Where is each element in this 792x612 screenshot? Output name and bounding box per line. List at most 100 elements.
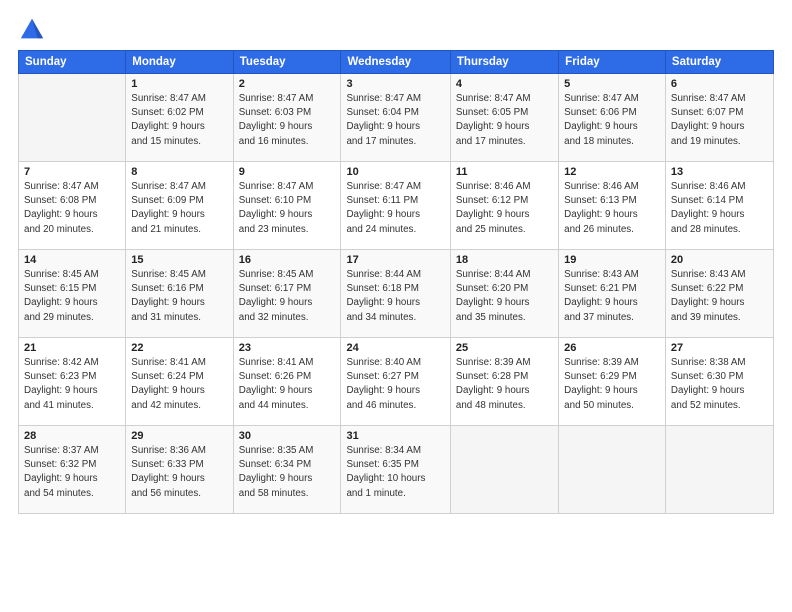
calendar-cell: 7Sunrise: 8:47 AMSunset: 6:08 PMDaylight… xyxy=(19,162,126,250)
weekday-header-wednesday: Wednesday xyxy=(341,51,450,74)
day-detail: Sunrise: 8:43 AMSunset: 6:22 PMDaylight:… xyxy=(671,268,768,325)
calendar-cell: 23Sunrise: 8:41 AMSunset: 6:26 PMDayligh… xyxy=(233,338,341,426)
logo xyxy=(18,16,50,44)
calendar-cell: 14 Sunrise: 8:45 AMSunset: 6:15 PMDayligh… xyxy=(19,250,126,338)
day-detail: Sunrise: 8:45 AMSunset: 6:16 PMDaylight:… xyxy=(131,268,227,325)
calendar-week-1: 1 Sunrise: 8:47 AMSunset: 6:02 PMDaylight… xyxy=(19,74,774,162)
header xyxy=(18,16,774,44)
calendar-cell: 6Sunrise: 8:47 AMSunset: 6:07 PMDaylight… xyxy=(665,74,773,162)
calendar-cell xyxy=(19,74,126,162)
calendar-cell: 27 Sunrise: 8:38 AMSunset: 6:30 PMDayligh… xyxy=(665,338,773,426)
calendar-cell: 26 Sunrise: 8:39 AMSunset: 6:29 PMDayligh… xyxy=(559,338,666,426)
day-number: 1 xyxy=(131,78,227,90)
calendar-cell: 11 Sunrise: 8:46 AMSunset: 6:12 PMDayligh… xyxy=(450,162,558,250)
day-number: 20 xyxy=(671,254,768,266)
day-number: 13 xyxy=(671,166,768,178)
calendar-cell: 8 Sunrise: 8:47 AMSunset: 6:09 PMDaylight… xyxy=(126,162,233,250)
calendar-cell: 19 Sunrise: 8:43 AMSunset: 6:21 PMDayligh… xyxy=(559,250,666,338)
day-detail: Sunrise: 8:39 AMSunset: 6:29 PMDaylight:… xyxy=(564,356,660,413)
day-detail: Sunrise: 8:45 AMSunset: 6:17 PMDaylight:… xyxy=(239,268,336,325)
calendar-body: 1 Sunrise: 8:47 AMSunset: 6:02 PMDaylight… xyxy=(19,74,774,514)
calendar-week-5: 28Sunrise: 8:37 AMSunset: 6:32 PMDayligh… xyxy=(19,426,774,514)
calendar-cell: 15 Sunrise: 8:45 AMSunset: 6:16 PMDayligh… xyxy=(126,250,233,338)
weekday-header-monday: Monday xyxy=(126,51,233,74)
weekday-header-row: SundayMondayTuesdayWednesdayThursdayFrid… xyxy=(19,51,774,74)
day-detail: Sunrise: 8:47 AMSunset: 6:05 PMDaylight:… xyxy=(456,92,553,149)
day-number: 4 xyxy=(456,78,553,90)
day-number: 17 xyxy=(346,254,444,266)
calendar-week-4: 21 Sunrise: 8:42 AMSunset: 6:23 PMDayligh… xyxy=(19,338,774,426)
day-detail: Sunrise: 8:47 AMSunset: 6:09 PMDaylight:… xyxy=(131,180,227,237)
calendar-cell: 31Sunrise: 8:34 AMSunset: 6:35 PMDayligh… xyxy=(341,426,450,514)
weekday-header-tuesday: Tuesday xyxy=(233,51,341,74)
day-detail: Sunrise: 8:47 AMSunset: 6:10 PMDaylight:… xyxy=(239,180,336,237)
day-detail: Sunrise: 8:34 AMSunset: 6:35 PMDaylight:… xyxy=(346,444,444,501)
day-number: 26 xyxy=(564,342,660,354)
day-number: 27 xyxy=(671,342,768,354)
calendar-cell: 17 Sunrise: 8:44 AMSunset: 6:18 PMDayligh… xyxy=(341,250,450,338)
calendar-cell: 13 Sunrise: 8:46 AMSunset: 6:14 PMDayligh… xyxy=(665,162,773,250)
day-detail: Sunrise: 8:47 AMSunset: 6:03 PMDaylight:… xyxy=(239,92,336,149)
day-number: 15 xyxy=(131,254,227,266)
day-detail: Sunrise: 8:46 AMSunset: 6:12 PMDaylight:… xyxy=(456,180,553,237)
calendar-cell: 9 Sunrise: 8:47 AMSunset: 6:10 PMDaylight… xyxy=(233,162,341,250)
day-number: 9 xyxy=(239,166,336,178)
day-detail: Sunrise: 8:35 AMSunset: 6:34 PMDaylight:… xyxy=(239,444,336,501)
day-number: 19 xyxy=(564,254,660,266)
calendar-cell: 28Sunrise: 8:37 AMSunset: 6:32 PMDayligh… xyxy=(19,426,126,514)
calendar-header: SundayMondayTuesdayWednesdayThursdayFrid… xyxy=(19,51,774,74)
day-number: 18 xyxy=(456,254,553,266)
day-detail: Sunrise: 8:45 AMSunset: 6:15 PMDaylight:… xyxy=(24,268,120,325)
calendar-cell: 29 Sunrise: 8:36 AMSunset: 6:33 PMDayligh… xyxy=(126,426,233,514)
calendar-cell: 18 Sunrise: 8:44 AMSunset: 6:20 PMDayligh… xyxy=(450,250,558,338)
calendar-cell: 10Sunrise: 8:47 AMSunset: 6:11 PMDayligh… xyxy=(341,162,450,250)
calendar-cell: 5 Sunrise: 8:47 AMSunset: 6:06 PMDaylight… xyxy=(559,74,666,162)
day-number: 8 xyxy=(131,166,227,178)
calendar-cell: 30 Sunrise: 8:35 AMSunset: 6:34 PMDayligh… xyxy=(233,426,341,514)
day-detail: Sunrise: 8:46 AMSunset: 6:14 PMDaylight:… xyxy=(671,180,768,237)
calendar-week-3: 14 Sunrise: 8:45 AMSunset: 6:15 PMDayligh… xyxy=(19,250,774,338)
day-number: 30 xyxy=(239,430,336,442)
day-detail: Sunrise: 8:46 AMSunset: 6:13 PMDaylight:… xyxy=(564,180,660,237)
day-number: 11 xyxy=(456,166,553,178)
day-detail: Sunrise: 8:38 AMSunset: 6:30 PMDaylight:… xyxy=(671,356,768,413)
calendar-cell xyxy=(665,426,773,514)
calendar-cell: 25Sunrise: 8:39 AMSunset: 6:28 PMDayligh… xyxy=(450,338,558,426)
day-detail: Sunrise: 8:36 AMSunset: 6:33 PMDaylight:… xyxy=(131,444,227,501)
day-detail: Sunrise: 8:43 AMSunset: 6:21 PMDaylight:… xyxy=(564,268,660,325)
calendar-cell: 12Sunrise: 8:46 AMSunset: 6:13 PMDayligh… xyxy=(559,162,666,250)
day-detail: Sunrise: 8:41 AMSunset: 6:24 PMDaylight:… xyxy=(131,356,227,413)
day-number: 2 xyxy=(239,78,336,90)
day-number: 10 xyxy=(346,166,444,178)
day-number: 16 xyxy=(239,254,336,266)
day-number: 28 xyxy=(24,430,120,442)
calendar-week-2: 7Sunrise: 8:47 AMSunset: 6:08 PMDaylight… xyxy=(19,162,774,250)
calendar-cell: 1 Sunrise: 8:47 AMSunset: 6:02 PMDaylight… xyxy=(126,74,233,162)
calendar-cell: 20 Sunrise: 8:43 AMSunset: 6:22 PMDayligh… xyxy=(665,250,773,338)
calendar-cell: 22 Sunrise: 8:41 AMSunset: 6:24 PMDayligh… xyxy=(126,338,233,426)
day-number: 21 xyxy=(24,342,120,354)
calendar-cell: 21 Sunrise: 8:42 AMSunset: 6:23 PMDayligh… xyxy=(19,338,126,426)
calendar-cell xyxy=(559,426,666,514)
day-number: 5 xyxy=(564,78,660,90)
calendar-cell: 4 Sunrise: 8:47 AMSunset: 6:05 PMDaylight… xyxy=(450,74,558,162)
day-detail: Sunrise: 8:44 AMSunset: 6:20 PMDaylight:… xyxy=(456,268,553,325)
day-detail: Sunrise: 8:44 AMSunset: 6:18 PMDaylight:… xyxy=(346,268,444,325)
day-detail: Sunrise: 8:42 AMSunset: 6:23 PMDaylight:… xyxy=(24,356,120,413)
day-number: 29 xyxy=(131,430,227,442)
day-detail: Sunrise: 8:47 AMSunset: 6:04 PMDaylight:… xyxy=(346,92,444,149)
day-number: 23 xyxy=(239,342,336,354)
day-number: 24 xyxy=(346,342,444,354)
day-number: 22 xyxy=(131,342,227,354)
day-detail: Sunrise: 8:47 AMSunset: 6:02 PMDaylight:… xyxy=(131,92,227,149)
calendar-cell: 16 Sunrise: 8:45 AMSunset: 6:17 PMDayligh… xyxy=(233,250,341,338)
calendar-cell: 2 Sunrise: 8:47 AMSunset: 6:03 PMDaylight… xyxy=(233,74,341,162)
weekday-header-saturday: Saturday xyxy=(665,51,773,74)
day-detail: Sunrise: 8:40 AMSunset: 6:27 PMDaylight:… xyxy=(346,356,444,413)
weekday-header-friday: Friday xyxy=(559,51,666,74)
calendar-cell: 3Sunrise: 8:47 AMSunset: 6:04 PMDaylight… xyxy=(341,74,450,162)
day-detail: Sunrise: 8:47 AMSunset: 6:06 PMDaylight:… xyxy=(564,92,660,149)
day-number: 25 xyxy=(456,342,553,354)
calendar-cell xyxy=(450,426,558,514)
day-number: 14 xyxy=(24,254,120,266)
